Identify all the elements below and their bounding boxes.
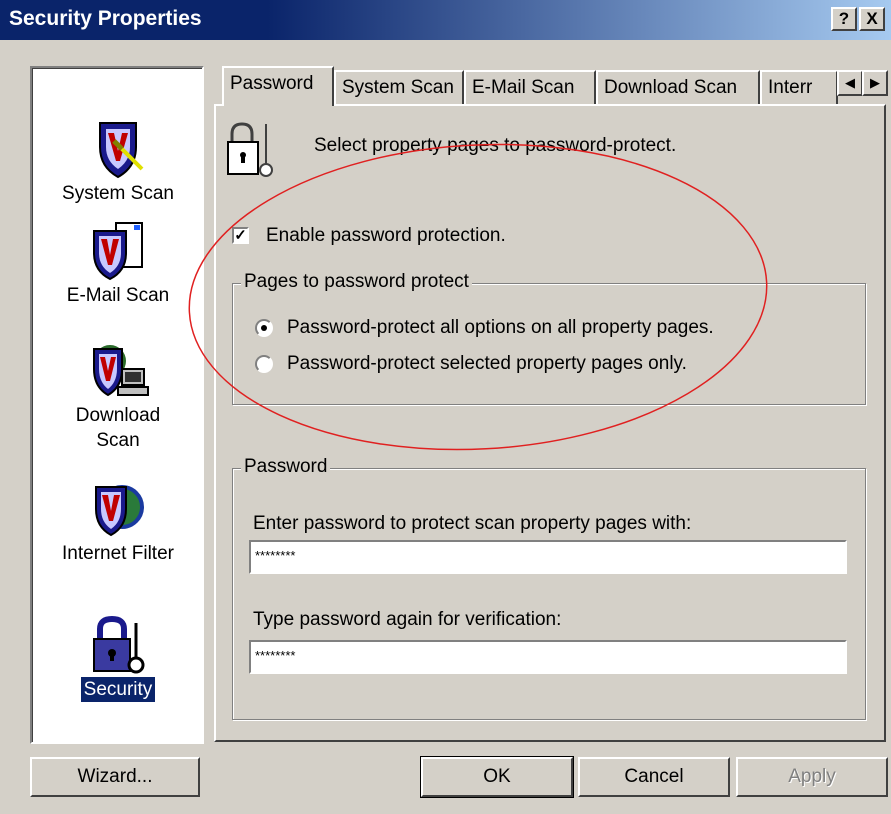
sidebar-item-label: Download Scan [75,405,161,451]
sidebar-item-download-scan[interactable]: Download Scan [33,339,203,453]
arrow-right-icon: ▶ [870,75,880,90]
sidebar-item-label: System Scan [62,183,174,204]
category-sidebar[interactable]: System Scan E-Mail Scan Download Scan In… [30,66,204,744]
page-description: Select property pages to password-protec… [314,135,677,156]
tab-scroll-right-button[interactable]: ▶ [862,70,888,96]
close-button[interactable]: X [859,7,885,31]
protect-pages-group: Pages to password protect Password-prote… [232,271,866,405]
sidebar-item-label: Internet Filter [62,543,174,564]
sidebar-item-security[interactable]: Security [33,613,203,702]
sidebar-item-label: Security [80,677,156,702]
radio-protect-selected[interactable] [255,355,273,373]
tab-download-scan[interactable]: Download Scan [596,70,760,104]
help-button[interactable]: ? [831,7,857,31]
padlock-key-icon [86,613,150,677]
sidebar-item-email-scan[interactable]: E-Mail Scan [33,219,203,308]
group-title: Pages to password protect [241,271,472,293]
checkmark-icon: ✓ [234,227,247,244]
sidebar-item-system-scan[interactable]: System Scan [33,117,203,206]
radio-protect-all[interactable] [255,319,273,337]
password-tab-panel: Select property pages to password-protec… [214,104,886,742]
wizard-button[interactable]: Wizard... [30,757,200,797]
tab-password[interactable]: Password [222,66,334,106]
enable-password-label[interactable]: Enable password protection. [266,225,506,247]
enable-password-checkbox[interactable]: ✓ [232,227,249,244]
tab-internet-filter[interactable]: Interr [760,70,838,104]
internet-filter-shield-icon [86,477,150,541]
sidebar-item-label: E-Mail Scan [66,285,170,306]
ok-button[interactable]: OK [420,756,574,798]
verify-password-field[interactable]: ******** [249,640,847,674]
apply-button[interactable]: Apply [736,757,888,797]
cancel-button[interactable]: Cancel [578,757,730,797]
email-scan-shield-icon [86,219,150,283]
download-scan-shield-icon [86,339,150,403]
window-title: Security Properties [9,7,202,30]
arrow-left-icon: ◀ [845,75,855,90]
enter-password-label: Enter password to protect scan property … [253,513,692,534]
title-bar: Security Properties ? X [0,0,891,40]
verify-password-label: Type password again for verification: [253,609,562,630]
padlock-key-icon [226,120,276,180]
tab-system-scan[interactable]: System Scan [334,70,464,104]
password-group: Password Enter password to protect scan … [232,456,866,720]
password-field[interactable]: ******** [249,540,847,574]
system-scan-shield-icon [86,117,150,181]
sidebar-item-internet-filter[interactable]: Internet Filter [33,477,203,566]
group-title: Password [241,456,331,478]
tab-email-scan[interactable]: E-Mail Scan [464,70,596,104]
tab-scroll-left-button[interactable]: ◀ [837,70,863,96]
radio-protect-all-label[interactable]: Password-protect all options on all prop… [287,317,714,339]
radio-protect-selected-label[interactable]: Password-protect selected property pages… [287,353,687,375]
